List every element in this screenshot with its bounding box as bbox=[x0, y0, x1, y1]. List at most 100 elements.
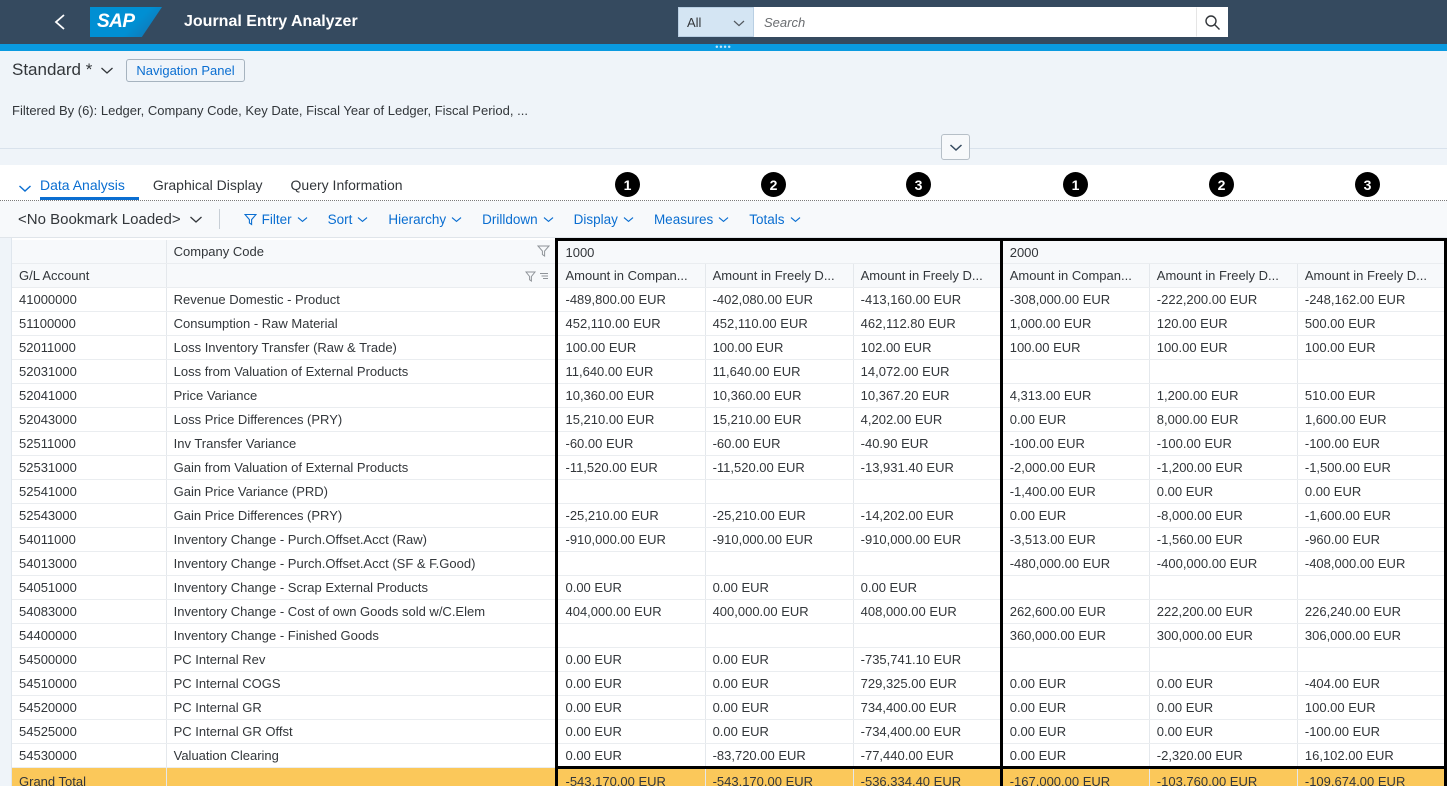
table-row[interactable]: 52541000Gain Price Variance (PRD)-1,400.… bbox=[12, 480, 1446, 504]
grand-total-2000-0[interactable]: -167,000.00 EUR bbox=[1001, 768, 1149, 786]
cell-2000-2[interactable]: 16,102.00 EUR bbox=[1297, 744, 1445, 768]
cell-account[interactable]: 52511000 bbox=[12, 432, 166, 456]
header-company-code[interactable]: Company Code bbox=[166, 240, 557, 264]
cell-1000-2[interactable]: 408,000.00 EUR bbox=[853, 600, 1001, 624]
cell-1000-2[interactable]: 10,367.20 EUR bbox=[853, 384, 1001, 408]
cell-2000-1[interactable]: 100.00 EUR bbox=[1149, 336, 1297, 360]
cell-2000-0[interactable]: -1,400.00 EUR bbox=[1001, 480, 1149, 504]
cell-1000-2[interactable]: 14,072.00 EUR bbox=[853, 360, 1001, 384]
cell-2000-2[interactable]: -1,600.00 EUR bbox=[1297, 504, 1445, 528]
cell-2000-2[interactable] bbox=[1297, 648, 1445, 672]
cell-2000-1[interactable]: -100.00 EUR bbox=[1149, 432, 1297, 456]
cell-1000-2[interactable] bbox=[853, 552, 1001, 576]
cell-2000-0[interactable]: 0.00 EUR bbox=[1001, 408, 1149, 432]
gl-account-filter-sort-icons[interactable] bbox=[525, 269, 550, 282]
cell-description[interactable]: Inventory Change - Scrap External Produc… bbox=[166, 576, 557, 600]
cell-2000-1[interactable]: 0.00 EUR bbox=[1149, 672, 1297, 696]
cell-1000-1[interactable] bbox=[705, 552, 853, 576]
toolbar-totals-menu[interactable]: Totals bbox=[739, 212, 810, 227]
table-row[interactable]: 52531000Gain from Valuation of External … bbox=[12, 456, 1446, 480]
grand-total-label[interactable]: Grand Total bbox=[12, 768, 166, 786]
cell-1000-1[interactable] bbox=[705, 480, 853, 504]
cell-1000-2[interactable]: -734,400.00 EUR bbox=[853, 720, 1001, 744]
cell-2000-2[interactable]: -404.00 EUR bbox=[1297, 672, 1445, 696]
cell-1000-0[interactable]: 0.00 EUR bbox=[557, 648, 705, 672]
cell-2000-2[interactable]: -408,000.00 EUR bbox=[1297, 552, 1445, 576]
cell-2000-0[interactable]: -308,000.00 EUR bbox=[1001, 288, 1149, 312]
navigation-panel-button[interactable]: Navigation Panel bbox=[126, 59, 244, 82]
cell-description[interactable]: Loss Price Differences (PRY) bbox=[166, 408, 557, 432]
cell-2000-1[interactable]: -400,000.00 EUR bbox=[1149, 552, 1297, 576]
cell-1000-0[interactable] bbox=[557, 552, 705, 576]
cell-1000-1[interactable]: -60.00 EUR bbox=[705, 432, 853, 456]
grand-total-description[interactable] bbox=[166, 768, 557, 786]
table-row[interactable]: 52043000Loss Price Differences (PRY)15,2… bbox=[12, 408, 1446, 432]
table-row[interactable]: 54400000Inventory Change - Finished Good… bbox=[12, 624, 1446, 648]
cell-1000-1[interactable]: -25,210.00 EUR bbox=[705, 504, 853, 528]
cell-1000-0[interactable]: -11,520.00 EUR bbox=[557, 456, 705, 480]
cell-2000-1[interactable]: 0.00 EUR bbox=[1149, 480, 1297, 504]
cell-1000-1[interactable]: 0.00 EUR bbox=[705, 576, 853, 600]
cell-2000-1[interactable]: -1,200.00 EUR bbox=[1149, 456, 1297, 480]
cell-account[interactable]: 52543000 bbox=[12, 504, 166, 528]
table-row[interactable]: 41000000Revenue Domestic - Product-489,8… bbox=[12, 288, 1446, 312]
table-row[interactable]: 52041000Price Variance10,360.00 EUR10,36… bbox=[12, 384, 1446, 408]
company-code-filter-icon[interactable] bbox=[537, 245, 550, 258]
toolbar-filter-menu[interactable]: Filter bbox=[234, 212, 318, 227]
cell-2000-0[interactable]: 100.00 EUR bbox=[1001, 336, 1149, 360]
measure-header-2000-0[interactable]: Amount in Compan... bbox=[1001, 264, 1149, 288]
column-badge-4[interactable]: 1 bbox=[1063, 172, 1088, 197]
tab-graphical-display[interactable]: Graphical Display bbox=[153, 177, 277, 200]
cell-account[interactable]: 54520000 bbox=[12, 696, 166, 720]
header-gl-account[interactable]: G/L Account bbox=[12, 264, 166, 288]
cell-account[interactable]: 51100000 bbox=[12, 312, 166, 336]
cell-1000-0[interactable]: 0.00 EUR bbox=[557, 720, 705, 744]
cell-account[interactable]: 52041000 bbox=[12, 384, 166, 408]
cell-account[interactable]: 54011000 bbox=[12, 528, 166, 552]
grand-total-1000-0[interactable]: -543,170.00 EUR bbox=[557, 768, 705, 786]
cell-description[interactable]: Valuation Clearing bbox=[166, 744, 557, 768]
cell-1000-2[interactable]: 734,400.00 EUR bbox=[853, 696, 1001, 720]
table-row[interactable]: 52543000Gain Price Differences (PRY)-25,… bbox=[12, 504, 1446, 528]
measure-header-2000-1[interactable]: Amount in Freely D... bbox=[1149, 264, 1297, 288]
cell-1000-2[interactable]: 4,202.00 EUR bbox=[853, 408, 1001, 432]
column-badge-6[interactable]: 3 bbox=[1355, 172, 1380, 197]
cell-1000-2[interactable]: -413,160.00 EUR bbox=[853, 288, 1001, 312]
column-badge-3[interactable]: 3 bbox=[906, 172, 931, 197]
cell-1000-1[interactable]: -910,000.00 EUR bbox=[705, 528, 853, 552]
cell-1000-2[interactable] bbox=[853, 480, 1001, 504]
cell-1000-0[interactable]: 100.00 EUR bbox=[557, 336, 705, 360]
cell-1000-0[interactable]: 11,640.00 EUR bbox=[557, 360, 705, 384]
measure-header-2000-2[interactable]: Amount in Freely D... bbox=[1297, 264, 1445, 288]
cell-1000-2[interactable]: -14,202.00 EUR bbox=[853, 504, 1001, 528]
cell-1000-0[interactable]: 0.00 EUR bbox=[557, 696, 705, 720]
cell-2000-2[interactable]: 100.00 EUR bbox=[1297, 696, 1445, 720]
search-scope-dropdown[interactable]: All bbox=[678, 7, 754, 37]
cell-1000-1[interactable]: 0.00 EUR bbox=[705, 720, 853, 744]
cell-2000-1[interactable]: 300,000.00 EUR bbox=[1149, 624, 1297, 648]
table-row[interactable]: 51100000Consumption - Raw Material452,11… bbox=[12, 312, 1446, 336]
cell-1000-1[interactable] bbox=[705, 624, 853, 648]
toolbar-sort-menu[interactable]: Sort bbox=[318, 212, 379, 227]
cell-description[interactable]: PC Internal GR bbox=[166, 696, 557, 720]
cell-2000-1[interactable]: 222,200.00 EUR bbox=[1149, 600, 1297, 624]
search-button[interactable] bbox=[1196, 7, 1228, 37]
cell-account[interactable]: 52011000 bbox=[12, 336, 166, 360]
cell-account[interactable]: 54013000 bbox=[12, 552, 166, 576]
cell-account[interactable]: 52531000 bbox=[12, 456, 166, 480]
table-row[interactable]: 54011000Inventory Change - Purch.Offset.… bbox=[12, 528, 1446, 552]
cell-2000-1[interactable] bbox=[1149, 360, 1297, 384]
cell-2000-2[interactable]: -248,162.00 EUR bbox=[1297, 288, 1445, 312]
cell-1000-1[interactable]: 100.00 EUR bbox=[705, 336, 853, 360]
cell-2000-0[interactable]: 0.00 EUR bbox=[1001, 672, 1149, 696]
cell-1000-0[interactable] bbox=[557, 624, 705, 648]
sap-logo[interactable]: SAP bbox=[90, 7, 162, 37]
cell-description[interactable]: PC Internal Rev bbox=[166, 648, 557, 672]
table-row[interactable]: 54510000PC Internal COGS0.00 EUR0.00 EUR… bbox=[12, 672, 1446, 696]
cell-2000-0[interactable]: 262,600.00 EUR bbox=[1001, 600, 1149, 624]
cell-description[interactable]: Inventory Change - Purch.Offset.Acct (Ra… bbox=[166, 528, 557, 552]
grand-total-1000-2[interactable]: -536,334.40 EUR bbox=[853, 768, 1001, 786]
cell-1000-1[interactable]: 0.00 EUR bbox=[705, 696, 853, 720]
drag-grip-icon[interactable]: •••• bbox=[715, 45, 732, 50]
cell-1000-2[interactable]: -13,931.40 EUR bbox=[853, 456, 1001, 480]
